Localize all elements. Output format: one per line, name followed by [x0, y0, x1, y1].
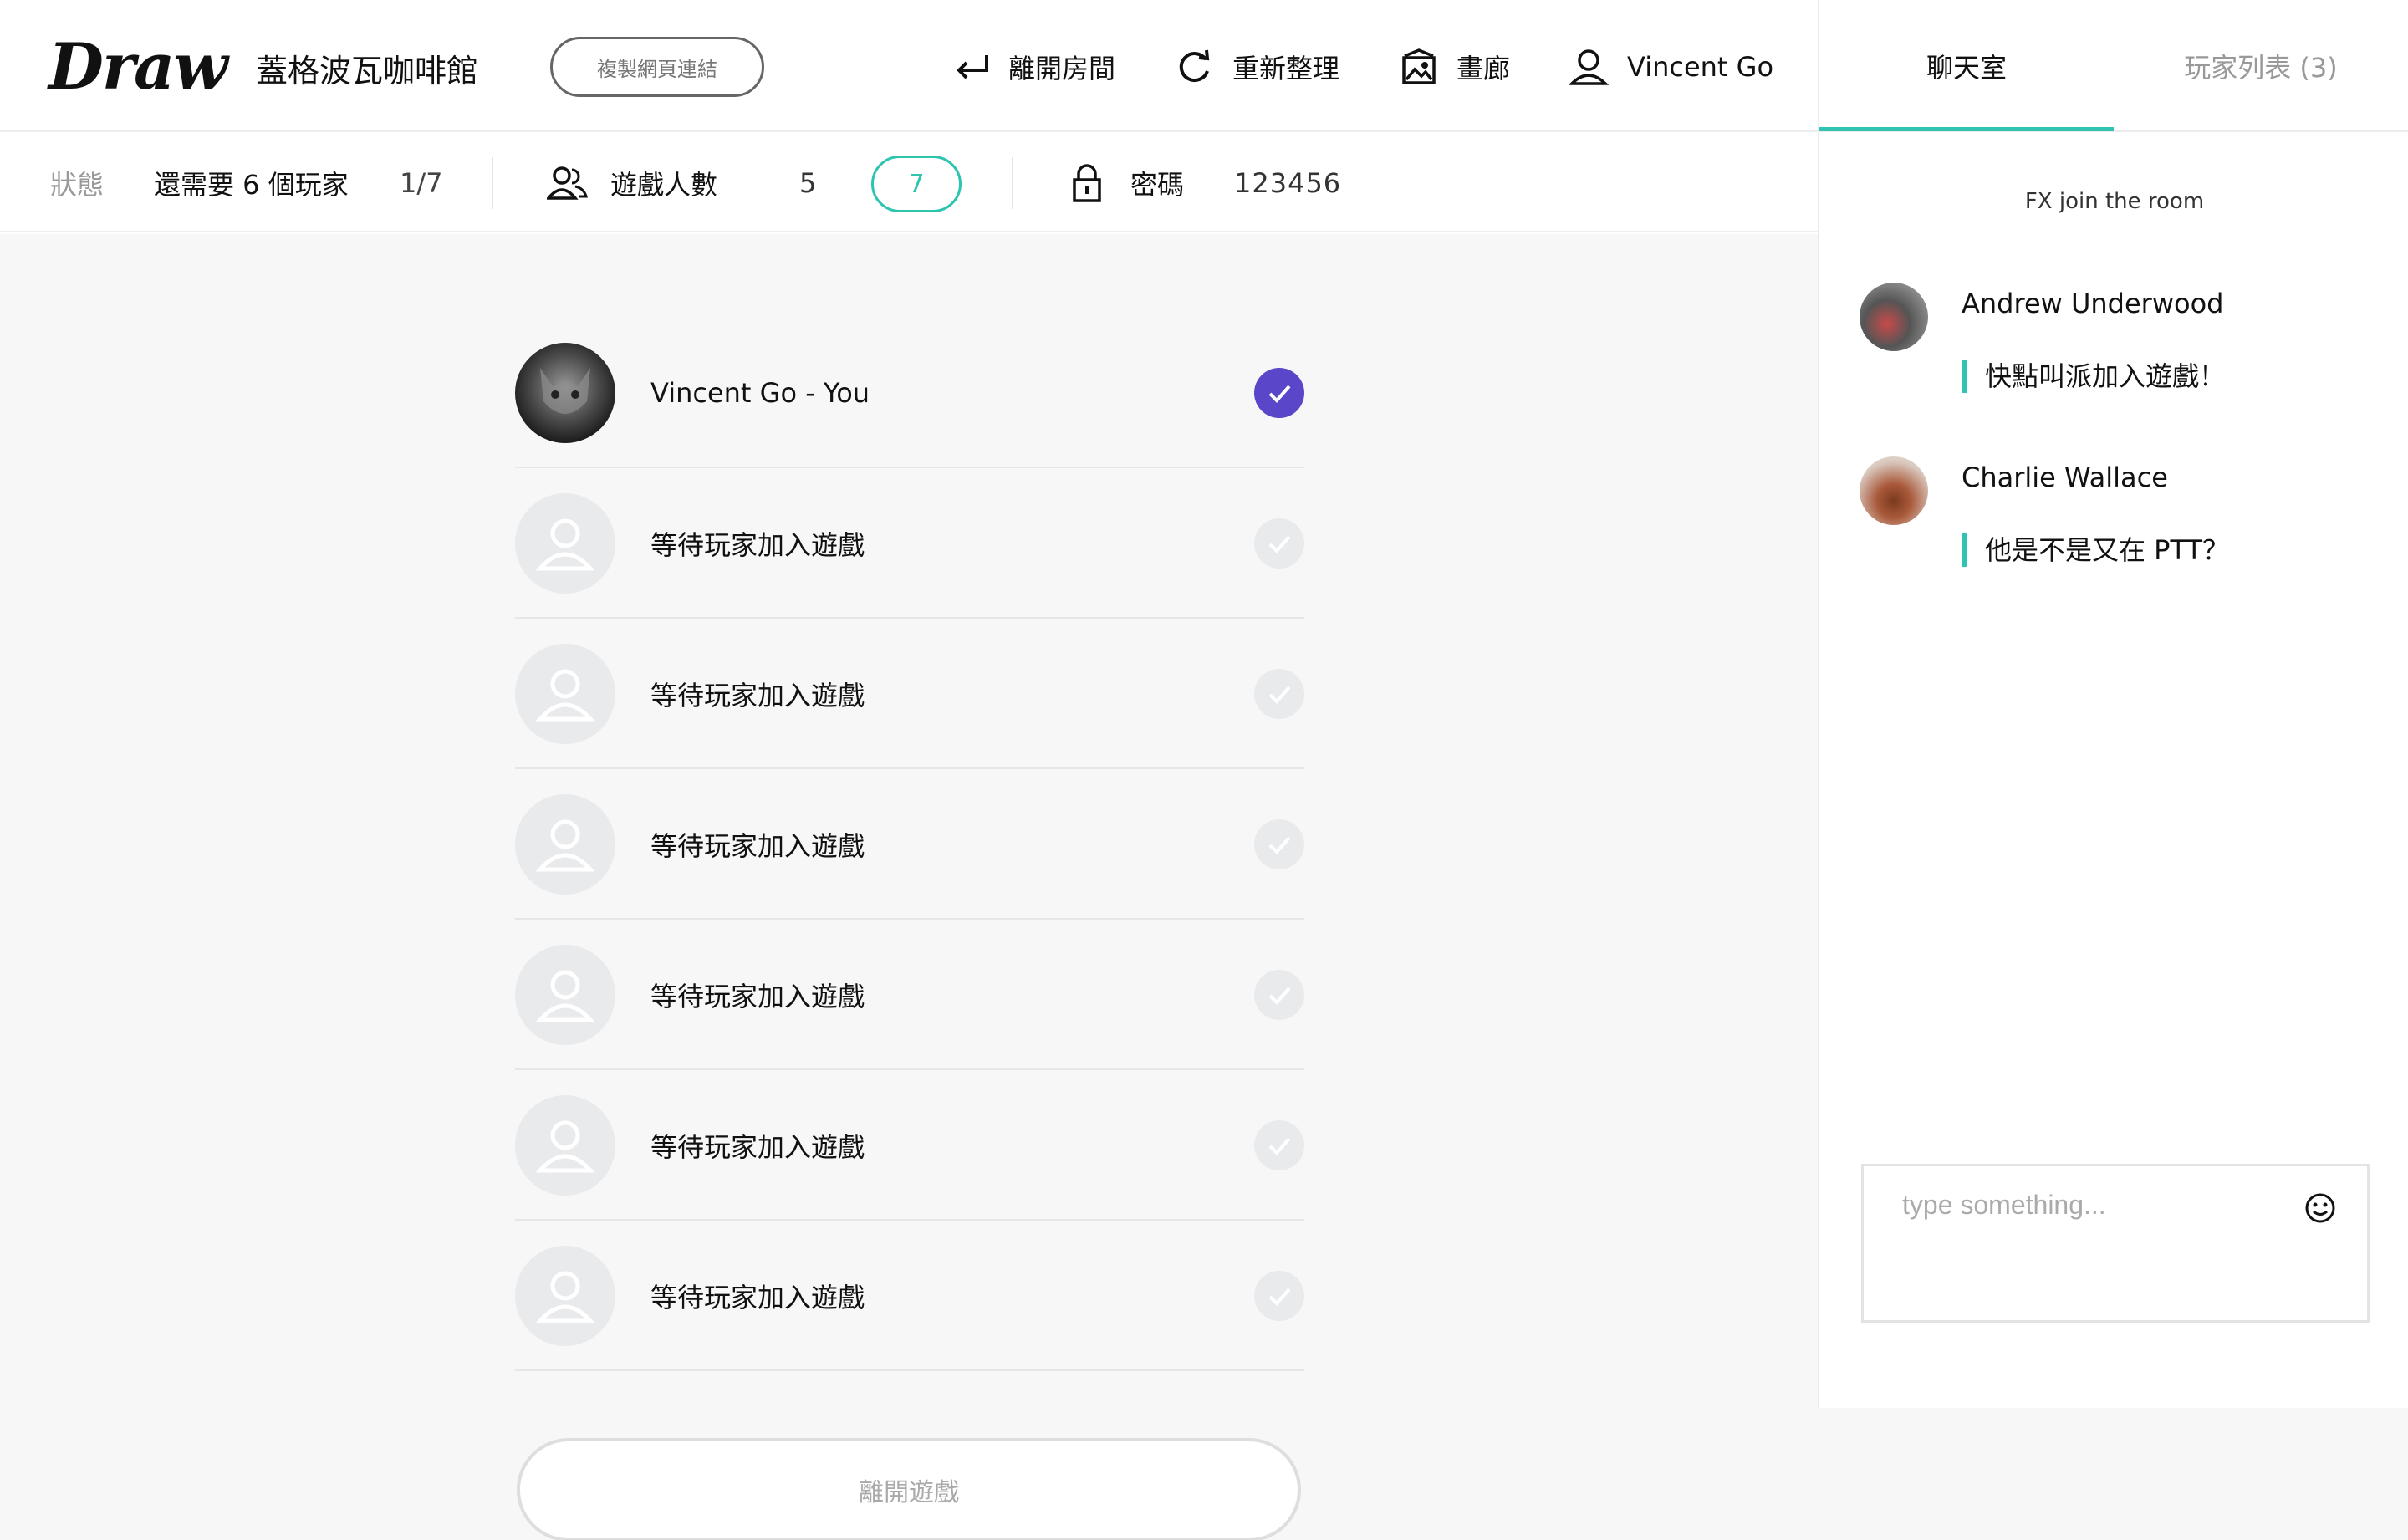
- chat-input[interactable]: [1864, 1166, 2367, 1320]
- leave-room-button[interactable]: 離開房間: [953, 42, 1115, 92]
- author-avatar[interactable]: [1860, 283, 1928, 351]
- copy-link-button[interactable]: 複製網頁連結: [550, 37, 764, 97]
- player-count-label: 遊戲人數: [610, 169, 718, 201]
- status-label: 狀態: [50, 169, 105, 201]
- empty-avatar-icon: [515, 493, 615, 594]
- gallery-icon: [1400, 48, 1438, 86]
- return-arrow-icon: [953, 52, 990, 82]
- player-name: 等待玩家加入遊戲: [650, 680, 865, 711]
- player-row: 等待玩家加入遊戲: [515, 769, 1304, 920]
- refresh-button[interactable]: 重新整理: [1176, 42, 1339, 92]
- lock-icon: [1072, 134, 1102, 232]
- tab-chat[interactable]: 聊天室: [1819, 0, 2114, 132]
- top-header: Draw 蓋格波瓦咖啡館 複製網頁連結 離開房間 重新整理 畫廊 Vincent…: [0, 0, 1818, 132]
- player-limit-select[interactable]: 7: [871, 156, 962, 212]
- gallery-button[interactable]: 畫廊: [1400, 42, 1510, 92]
- status-count: 1/7: [400, 167, 443, 199]
- app-logo[interactable]: Draw: [48, 25, 228, 109]
- refresh-icon: [1176, 48, 1214, 86]
- password-value: 123456: [1234, 167, 1342, 199]
- divider: [492, 157, 493, 209]
- user-menu[interactable]: Vincent Go: [1569, 42, 1773, 92]
- player-name: 等待玩家加入遊戲: [650, 981, 865, 1012]
- message-author: Andrew Underwood: [1962, 288, 2224, 319]
- players-icon: [547, 134, 589, 232]
- leave-game-button[interactable]: 離開遊戲: [517, 1438, 1301, 1540]
- empty-avatar-icon: [515, 794, 615, 895]
- player-avatar: [515, 343, 615, 443]
- ready-check-icon: [1254, 1120, 1304, 1170]
- leave-room-label: 離開房間: [1008, 53, 1116, 84]
- player-row: 等待玩家加入遊戲: [515, 920, 1304, 1070]
- empty-avatar-icon: [515, 1095, 615, 1196]
- ready-check-icon: [1254, 368, 1304, 418]
- message-text: 快點叫派加入遊戲！: [1962, 360, 2226, 393]
- author-avatar[interactable]: [1860, 456, 1928, 525]
- player-row: 等待玩家加入遊戲: [515, 1070, 1304, 1221]
- player-name: 等待玩家加入遊戲: [650, 1131, 865, 1163]
- empty-avatar-icon: [515, 1246, 615, 1346]
- chat-input-box: [1861, 1164, 2370, 1323]
- chat-tabs: 聊天室 玩家列表 (3): [1819, 0, 2408, 132]
- refresh-label: 重新整理: [1232, 53, 1340, 84]
- smiley-icon[interactable]: [2303, 1191, 2337, 1225]
- user-name: Vincent Go: [1627, 51, 1774, 83]
- divider: [1012, 157, 1013, 209]
- ready-check-icon: [1254, 1271, 1304, 1321]
- ready-check-icon: [1254, 819, 1304, 869]
- ready-check-icon: [1254, 518, 1304, 569]
- player-name: 等待玩家加入遊戲: [650, 830, 865, 862]
- player-list: Vincent Go - You 等待玩家加入遊戲 等待玩家加入遊戲 等待玩家加…: [515, 318, 1304, 1371]
- ready-check-icon: [1254, 970, 1304, 1020]
- password-label: 密碼: [1130, 169, 1185, 201]
- active-tab-indicator: [1819, 127, 2114, 131]
- chat-panel: 聊天室 玩家列表 (3) FX join the room Andrew Und…: [1818, 0, 2408, 1408]
- lobby-area: Vincent Go - You 等待玩家加入遊戲 等待玩家加入遊戲 等待玩家加…: [0, 234, 1818, 1540]
- message-text: 他是不是又在 PTT？: [1962, 533, 2229, 567]
- player-count-value: 5: [799, 167, 817, 199]
- message-author: Charlie Wallace: [1962, 461, 2168, 493]
- ready-check-icon: [1254, 669, 1304, 719]
- player-row: Vincent Go - You: [515, 318, 1304, 468]
- chat-panel-bottom: [1818, 1408, 2408, 1540]
- player-name: 等待玩家加入遊戲: [650, 529, 865, 561]
- player-row: 等待玩家加入遊戲: [515, 468, 1304, 619]
- empty-avatar-icon: [515, 644, 615, 744]
- empty-avatar-icon: [515, 945, 615, 1045]
- gallery-label: 畫廊: [1457, 53, 1511, 84]
- system-message: FX join the room: [2024, 189, 2205, 214]
- user-icon: [1569, 47, 1609, 87]
- status-text: 還需要 6 個玩家: [154, 169, 349, 201]
- room-name: 蓋格波瓦咖啡館: [256, 53, 479, 89]
- tab-player-list[interactable]: 玩家列表 (3): [2114, 0, 2408, 132]
- status-bar: 狀態 還需要 6 個玩家 1/7 遊戲人數 5 7 密碼 123456: [0, 134, 1818, 232]
- app-root: Draw 蓋格波瓦咖啡館 複製網頁連結 離開房間 重新整理 畫廊 Vincent…: [0, 0, 2408, 1540]
- player-row: 等待玩家加入遊戲: [515, 619, 1304, 769]
- player-name: Vincent Go - You: [650, 377, 870, 409]
- player-row: 等待玩家加入遊戲: [515, 1221, 1304, 1371]
- player-name: 等待玩家加入遊戲: [650, 1282, 865, 1313]
